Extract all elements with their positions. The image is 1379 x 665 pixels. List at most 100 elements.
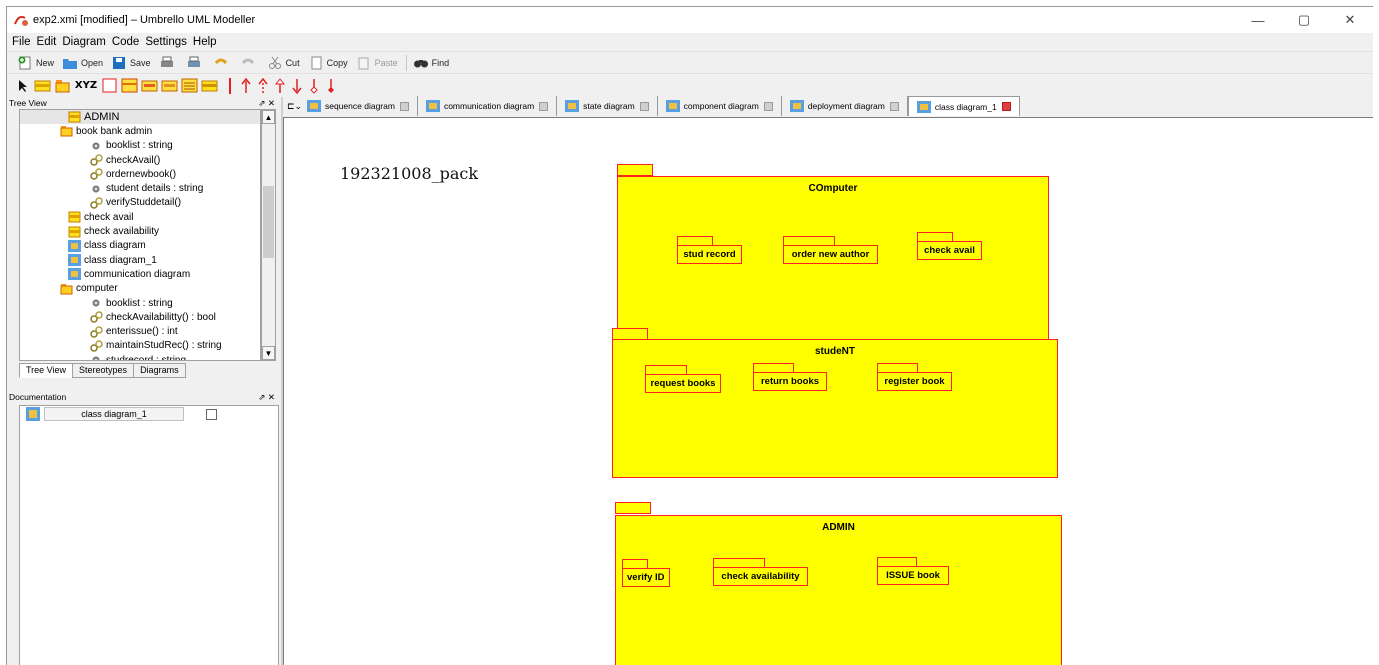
tree-item[interactable]: class diagram (20, 239, 260, 253)
tab-close-icon[interactable] (399, 101, 409, 111)
cut-button[interactable]: Cut (267, 56, 300, 70)
menu-settings[interactable]: Settings (142, 36, 190, 48)
tree-scrollbar[interactable]: ▲ ▼ (261, 109, 276, 361)
diagram-tab[interactable]: state diagram (557, 96, 658, 116)
dock-close-icon[interactable]: ⇗ ✕ (258, 98, 275, 109)
subpackage[interactable]: order new author (783, 245, 878, 264)
operation-icon (90, 340, 106, 352)
tree-item[interactable]: studrecord : string (20, 353, 260, 360)
subpackage[interactable]: stud record (677, 245, 742, 264)
tree-item[interactable]: computer (20, 282, 260, 296)
diagram-tab[interactable]: communication diagram (418, 96, 558, 116)
tree-item[interactable]: check avail (20, 210, 260, 224)
documentation-panel[interactable]: class diagram_1 (19, 405, 279, 665)
subpackage[interactable]: check avail (917, 241, 982, 260)
menu-file[interactable]: File (9, 36, 34, 48)
tab-close-icon[interactable] (539, 101, 549, 111)
tab-tree-view[interactable]: Tree View (19, 363, 74, 378)
tree-item-label: check availability (84, 226, 160, 238)
diagram-tab[interactable]: deployment diagram (782, 96, 908, 116)
tree-item[interactable]: communication diagram (20, 267, 260, 281)
subpackage[interactable]: register book (877, 372, 952, 391)
diagram-name-field[interactable]: class diagram_1 (44, 407, 184, 421)
tab-stereotypes[interactable]: Stereotypes (72, 363, 135, 378)
new-button[interactable]: New (17, 56, 54, 70)
menu-code[interactable]: Code (109, 36, 143, 48)
diagram-tab[interactable]: sequence diagram (299, 96, 418, 116)
datatype-tool-button[interactable] (141, 77, 158, 94)
print-button[interactable] (159, 56, 178, 70)
tree-item[interactable]: maintainStudRec() : string (20, 339, 260, 353)
composition-tool-button[interactable] (307, 77, 321, 94)
diagram-tab[interactable]: class diagram_1 (907, 96, 1020, 116)
save-button[interactable]: Save (111, 56, 151, 70)
menu-help[interactable]: Help (190, 36, 220, 48)
association-tool-button[interactable] (239, 77, 253, 94)
diagram-canvas[interactable]: 192321008_pack COmputer stud record order … (283, 117, 1373, 665)
package[interactable]: studeNT (612, 339, 1058, 478)
doc-checkbox[interactable] (206, 408, 217, 420)
tab-nav-icon[interactable]: ⊏⌄ (283, 101, 302, 112)
tree-view[interactable]: ADMIN book bank admin booklist : string che… (19, 109, 261, 361)
box-tool-button[interactable] (101, 77, 118, 94)
generalization-tool-button[interactable] (273, 77, 287, 94)
tree-item[interactable]: class diagram_1 (20, 253, 260, 267)
diagram-icon (665, 100, 680, 112)
tab-diagrams[interactable]: Diagrams (133, 363, 186, 378)
entity-tool-button[interactable] (181, 77, 198, 94)
tree-item[interactable]: checkAvail() (20, 153, 260, 167)
tree-item[interactable]: check availability (20, 224, 260, 238)
package[interactable]: COmputer (617, 176, 1049, 366)
package[interactable]: ADMIN (615, 515, 1062, 665)
aggregation-tool-button[interactable] (290, 77, 304, 94)
copy-button[interactable]: Copy (308, 56, 348, 70)
scroll-down-icon[interactable]: ▼ (262, 346, 275, 360)
diagram-tab-label: state diagram (583, 101, 635, 111)
find-button[interactable]: Find (413, 56, 449, 70)
tab-close-icon[interactable] (639, 101, 649, 111)
tab-close-icon[interactable] (1001, 102, 1011, 111)
attribute-icon (90, 140, 106, 152)
tab-close-icon[interactable] (763, 101, 773, 111)
close-button[interactable]: ✕ (1327, 7, 1373, 33)
maximize-button[interactable]: ▢ (1281, 7, 1327, 33)
object-tool-button[interactable] (201, 77, 218, 94)
subpackage[interactable]: ISSUE book (877, 566, 949, 585)
tree-item[interactable]: booklist : string (20, 139, 260, 153)
print-preview-button[interactable] (186, 56, 205, 70)
tree-item[interactable]: ADMIN (20, 110, 260, 125)
interface-tool-button[interactable] (121, 77, 138, 94)
menu-diagram[interactable]: Diagram (59, 36, 108, 48)
subpackage[interactable]: request books (645, 374, 721, 393)
package-name: studeNT (815, 346, 855, 357)
tree-item[interactable]: verifyStuddetail() (20, 196, 260, 210)
diagram-text-label[interactable]: 192321008_pack (340, 164, 478, 183)
containment-tool-button[interactable] (324, 77, 338, 94)
diagram-tab[interactable]: component diagram (658, 96, 782, 116)
enum-tool-button[interactable] (161, 77, 178, 94)
tree-item[interactable]: booklist : string (20, 296, 260, 310)
subpackage[interactable]: return books (753, 372, 827, 391)
tree-item[interactable]: checkAvailabilitty() : bool (20, 310, 260, 324)
undo-button[interactable] (213, 56, 232, 70)
dependency-tool-button[interactable] (256, 77, 270, 94)
scroll-thumb[interactable] (263, 186, 274, 258)
subpackage[interactable]: verify ID (622, 568, 670, 587)
text-tool-button[interactable]: XYZ (74, 77, 98, 94)
package-tool-button[interactable] (54, 77, 71, 94)
select-tool-button[interactable] (17, 77, 31, 94)
paste-button[interactable]: Paste (356, 56, 398, 70)
tree-item[interactable]: enterissue() : int (20, 324, 260, 338)
open-button[interactable]: Open (62, 56, 103, 70)
tree-item[interactable]: ordernewbook() (20, 167, 260, 181)
tab-close-icon[interactable] (889, 101, 899, 111)
class-tool-button[interactable] (34, 77, 51, 94)
tree-item[interactable]: student details : string (20, 181, 260, 195)
subpackage[interactable]: check availability (713, 567, 808, 586)
redo-button[interactable] (240, 56, 259, 70)
menu-edit[interactable]: Edit (34, 36, 60, 48)
tree-item[interactable]: book bank admin (20, 124, 260, 138)
scroll-up-icon[interactable]: ▲ (262, 110, 275, 124)
minimize-button[interactable]: — (1235, 7, 1281, 33)
dock-close-icon[interactable]: ⇗ ✕ (258, 392, 275, 403)
